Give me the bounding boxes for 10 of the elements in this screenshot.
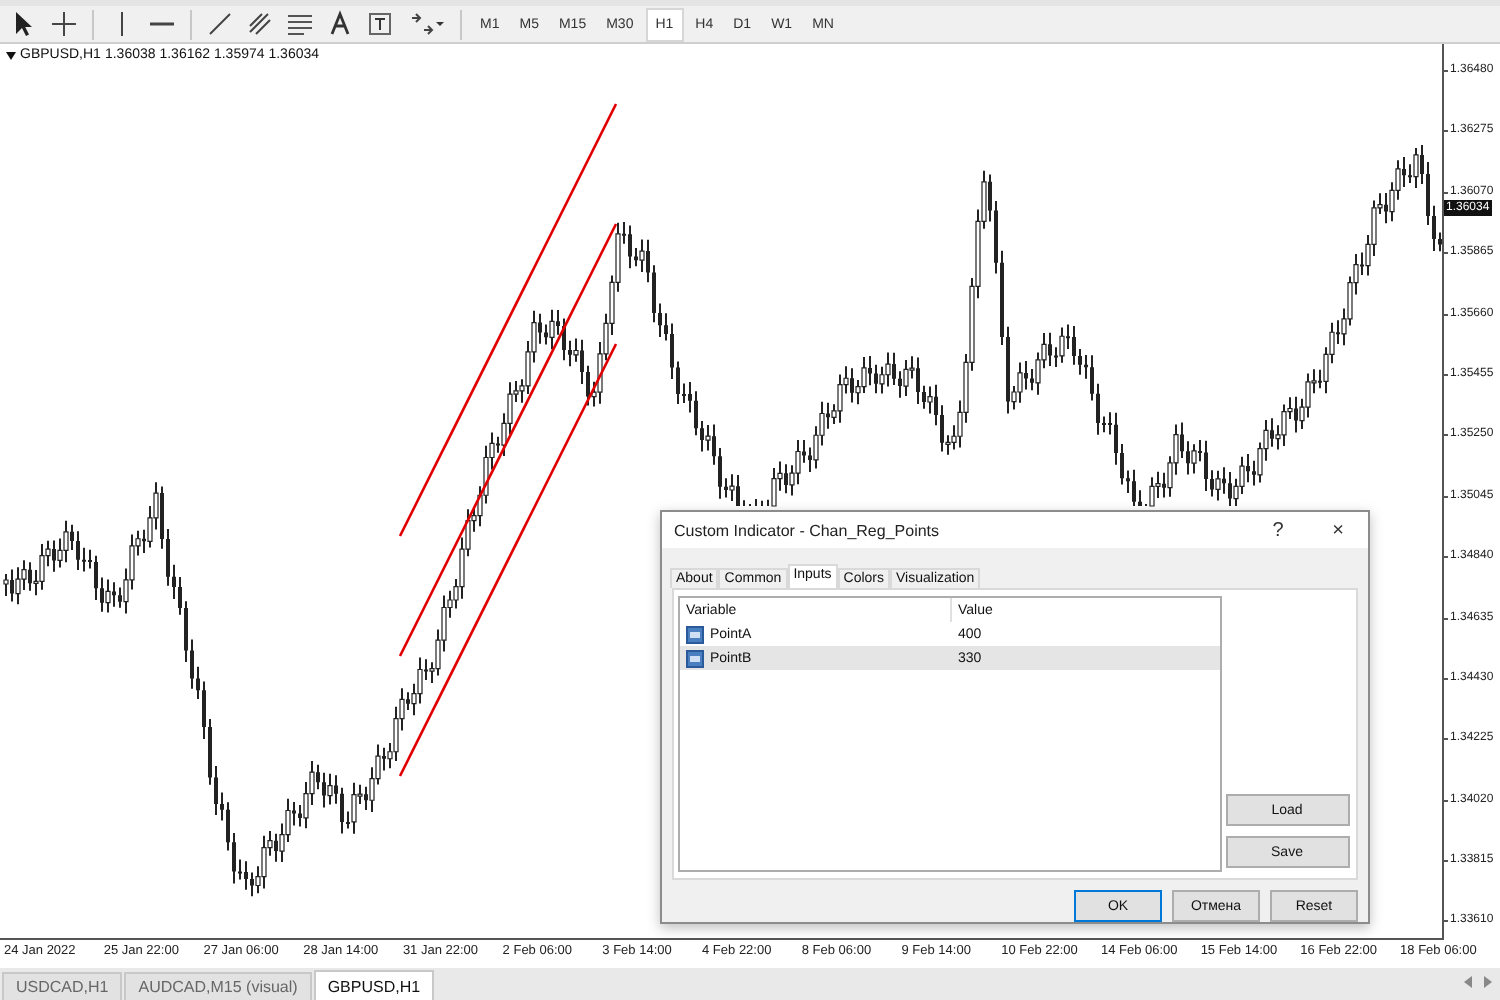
scroll-right-icon[interactable] [1484, 976, 1492, 988]
crosshair-tool-icon[interactable] [46, 7, 82, 41]
dropdown-icon[interactable] [6, 51, 16, 59]
help-button[interactable]: ? [1248, 519, 1308, 542]
chart-tab[interactable]: AUDCAD,M15 (visual) [124, 972, 312, 1000]
chart-tab[interactable]: USDCAD,H1 [2, 972, 123, 1000]
scroll-left-icon[interactable] [1464, 976, 1472, 988]
close-button[interactable]: × [1308, 519, 1368, 542]
chart-tab[interactable]: GBPUSD,H1 [313, 970, 435, 1000]
dialog-title: Custom Indicator - Chan_Reg_Points [674, 521, 942, 540]
